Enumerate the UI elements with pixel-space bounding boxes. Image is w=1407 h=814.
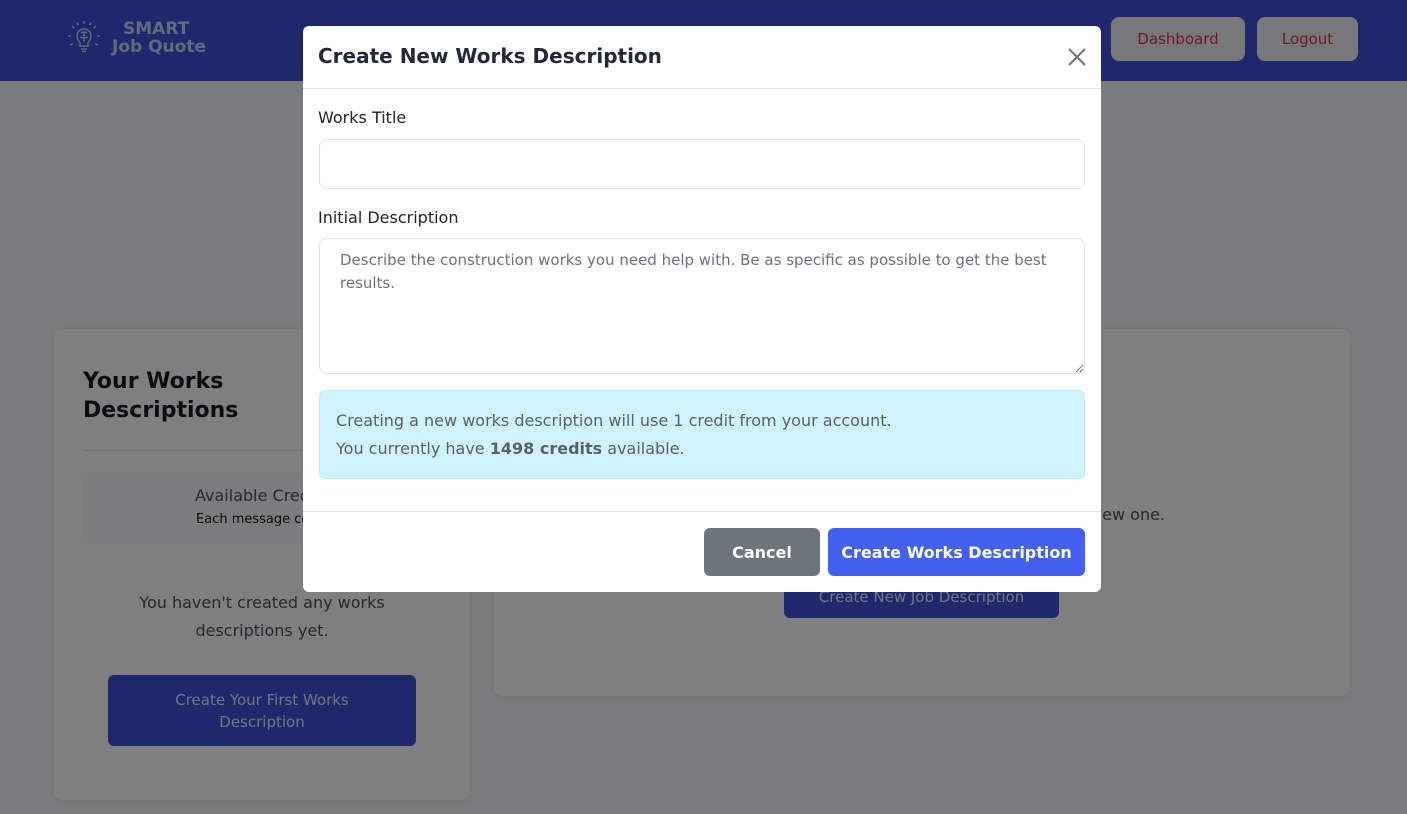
create-works-description-modal: Create New Works Description Works Title… xyxy=(303,26,1101,592)
alert-line-2: You currently have 1498 credits availabl… xyxy=(336,435,1068,463)
modal-header: Create New Works Description xyxy=(303,26,1101,89)
works-title-input[interactable] xyxy=(319,139,1085,189)
alert-line-1: Creating a new works description will us… xyxy=(336,411,892,430)
cancel-button[interactable]: Cancel xyxy=(704,528,820,576)
create-works-description-button[interactable]: Create Works Description xyxy=(828,528,1085,576)
works-title-label: Works Title xyxy=(318,108,407,127)
credit-info-alert: Creating a new works description will us… xyxy=(319,390,1085,479)
alert-prefix: You currently have xyxy=(336,439,490,458)
credits-count: 1498 credits xyxy=(489,439,603,458)
initial-description-label: Initial Description xyxy=(318,208,459,227)
modal-footer-divider xyxy=(303,511,1101,512)
alert-suffix: available. xyxy=(602,439,685,458)
close-icon[interactable] xyxy=(1066,46,1088,68)
initial-description-textarea[interactable] xyxy=(319,238,1085,374)
modal-title: Create New Works Description xyxy=(318,44,662,68)
